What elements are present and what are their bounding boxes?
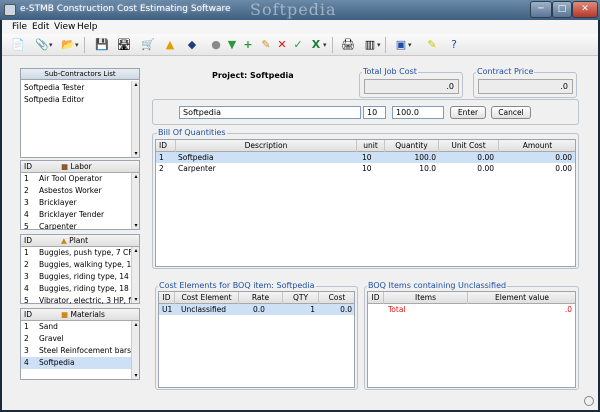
wheelbarrow-icon[interactable]: 🛣: [116, 37, 132, 53]
plant-row[interactable]: 4 Buggies, riding type, 18 CF: [21, 283, 131, 295]
labor-row[interactable]: 3 Bricklayer: [21, 197, 131, 209]
plant-header: ID ▲ Plant: [21, 235, 139, 247]
boq-title: Bill Of Quantities: [157, 128, 227, 137]
subcontractor-item[interactable]: Softpedia Editor: [21, 94, 131, 106]
menu-view[interactable]: View: [54, 22, 75, 32]
description-input[interactable]: Softpedia: [179, 106, 361, 119]
boq-items-title: BOQ Items containing Unclassified: [367, 281, 508, 290]
plant-panel: ID ▲ Plant 1 Buggies, push type, 7 CF 2 Bug…: [20, 234, 140, 304]
cancel-button[interactable]: Cancel: [491, 106, 531, 119]
toolbar: 📄 📎 📂 💾 🛣 🛒 ▲ ◆ ● ▼ + ✎ ✕ ✓ X 🖨 ▥ ▣ ✎ ?: [2, 34, 598, 56]
boq-items-table: ID Items Element value Total .0: [367, 291, 576, 388]
chart-icon[interactable]: ▥: [362, 37, 381, 53]
boq-table: ID Description unit Quantity Unit Cost A…: [155, 139, 576, 267]
excel-icon[interactable]: X: [308, 37, 327, 53]
boq-header: ID Description unit Quantity Unit Cost A…: [156, 140, 575, 152]
maximize-button[interactable]: □: [552, 1, 572, 18]
contract-price-label: Contract Price: [476, 67, 535, 76]
total-job-cost-label: Total Job Cost: [362, 67, 418, 76]
plant-row[interactable]: 2Buggies, walking type, 12 CF: [21, 259, 131, 271]
plant-row[interactable]: 3 Buggies, riding type, 14 CF: [21, 271, 131, 283]
contract-price-field: .0: [478, 79, 573, 94]
add-icon[interactable]: +: [240, 37, 256, 53]
quantity-input[interactable]: 100.0: [392, 106, 444, 119]
cart-icon[interactable]: 🛒: [140, 37, 156, 53]
material-row[interactable]: 2 Gravel: [21, 333, 131, 345]
enter-button[interactable]: Enter: [450, 106, 486, 119]
materials-panel: ID ■ Materials 1 Sand 2 Gravel 3 Steel Reinf…: [20, 308, 140, 380]
material-row[interactable]: 4 Softpedia: [21, 357, 131, 369]
menu-edit[interactable]: Edit: [32, 22, 49, 32]
minimize-button[interactable]: ─: [530, 1, 552, 18]
help-icon[interactable]: ?: [446, 37, 462, 53]
subcontractors-title: Sub-Contractors List: [21, 69, 139, 80]
menu-help[interactable]: Help: [77, 22, 98, 32]
save-icon[interactable]: 💾: [94, 37, 110, 53]
scrollbar[interactable]: [131, 321, 140, 379]
delete-icon[interactable]: ✕: [274, 37, 290, 53]
total-value: .0: [564, 305, 572, 314]
notes-icon[interactable]: ✎: [424, 37, 440, 53]
circle-icon[interactable]: ●: [208, 37, 224, 53]
labor-row[interactable]: 1 Air Tool Operator: [21, 173, 131, 185]
window-title: e-STMB Construction Cost Estimating Soft…: [20, 4, 231, 14]
materials-icon: ■: [61, 310, 69, 319]
download-icon[interactable]: ▼: [224, 37, 240, 53]
labor-row[interactable]: 4 Bricklayer Tender: [21, 209, 131, 221]
print-icon[interactable]: 🖨: [340, 37, 356, 53]
scrollbar[interactable]: [131, 173, 140, 229]
main-window: File Edit View Help 📄 📎 📂 💾 🛣 🛒 ▲ ◆ ● ▼ …: [2, 20, 598, 410]
paint-icon[interactable]: ◆: [184, 37, 200, 53]
hardhat-icon[interactable]: ▲: [162, 37, 178, 53]
separator: [385, 37, 386, 53]
material-row[interactable]: 1 Sand: [21, 321, 131, 333]
cost-elements-table: ID Cost Element Rate QTY Cost U1 Unclass…: [158, 291, 355, 388]
scrollbar[interactable]: [131, 81, 140, 157]
plant-icon: ▲: [61, 236, 67, 245]
subcontractor-item[interactable]: Softpedia Tester: [21, 82, 131, 94]
labor-header: ID ■ Labor: [21, 161, 139, 173]
total-label: Total: [388, 305, 406, 314]
app-icon[interactable]: [4, 4, 16, 16]
boq-items-total-row: Total .0: [368, 304, 575, 315]
pencil-icon[interactable]: ✎: [258, 37, 274, 53]
project-label: Project: Softpedia: [212, 71, 294, 80]
total-job-cost-field: .0: [364, 79, 459, 94]
boq-row[interactable]: 1 Softpedia 10 100.0 0.00 0.00: [156, 152, 575, 163]
plant-row[interactable]: 5Vibrator, electric, 3 HP, flexibl: [21, 295, 131, 304]
resize-grip[interactable]: [584, 396, 594, 406]
labor-row[interactable]: 5 Carpenter: [21, 221, 131, 230]
new-icon[interactable]: 📄: [10, 37, 26, 53]
open-icon[interactable]: 📂: [60, 37, 78, 53]
plant-row[interactable]: 1 Buggies, push type, 7 CF: [21, 247, 131, 259]
attach-icon[interactable]: 📎: [34, 37, 52, 53]
separator: [332, 37, 333, 53]
cost-elements-title: Cost Elements for BOQ item: Softpedia: [158, 281, 316, 290]
boq-row[interactable]: 2 Carpenter 10 10.0 0.00 0.00: [156, 163, 575, 174]
watermark: Softpedia: [250, 0, 337, 19]
menu-bar: File Edit View Help: [2, 20, 598, 34]
material-row[interactable]: 3 Steel Reinfocement bars: [21, 345, 131, 357]
subcontractors-panel: Sub-Contractors List Softpedia Tester So…: [20, 68, 140, 158]
materials-header: ID ■ Materials: [21, 309, 139, 321]
close-button[interactable]: ✕: [572, 1, 598, 18]
labor-panel: ID ■ Labor 1 Air Tool Operator 2 Asbestos W…: [20, 160, 140, 230]
unit-input[interactable]: 10: [363, 106, 386, 119]
labor-row[interactable]: 2 Asbestos Worker: [21, 185, 131, 197]
scrollbar[interactable]: [131, 247, 140, 303]
menu-file[interactable]: File: [12, 22, 27, 32]
labor-icon: ■: [61, 162, 69, 171]
title-bar: e-STMB Construction Cost Estimating Soft…: [0, 0, 600, 20]
cost-element-row[interactable]: U1 Unclassified 0.0 1 0.0: [159, 304, 354, 315]
separator: [84, 37, 85, 53]
left-pane: Sub-Contractors List Softpedia Tester So…: [20, 68, 140, 406]
window-icon[interactable]: ▣: [393, 37, 412, 53]
check-icon[interactable]: ✓: [290, 37, 306, 53]
